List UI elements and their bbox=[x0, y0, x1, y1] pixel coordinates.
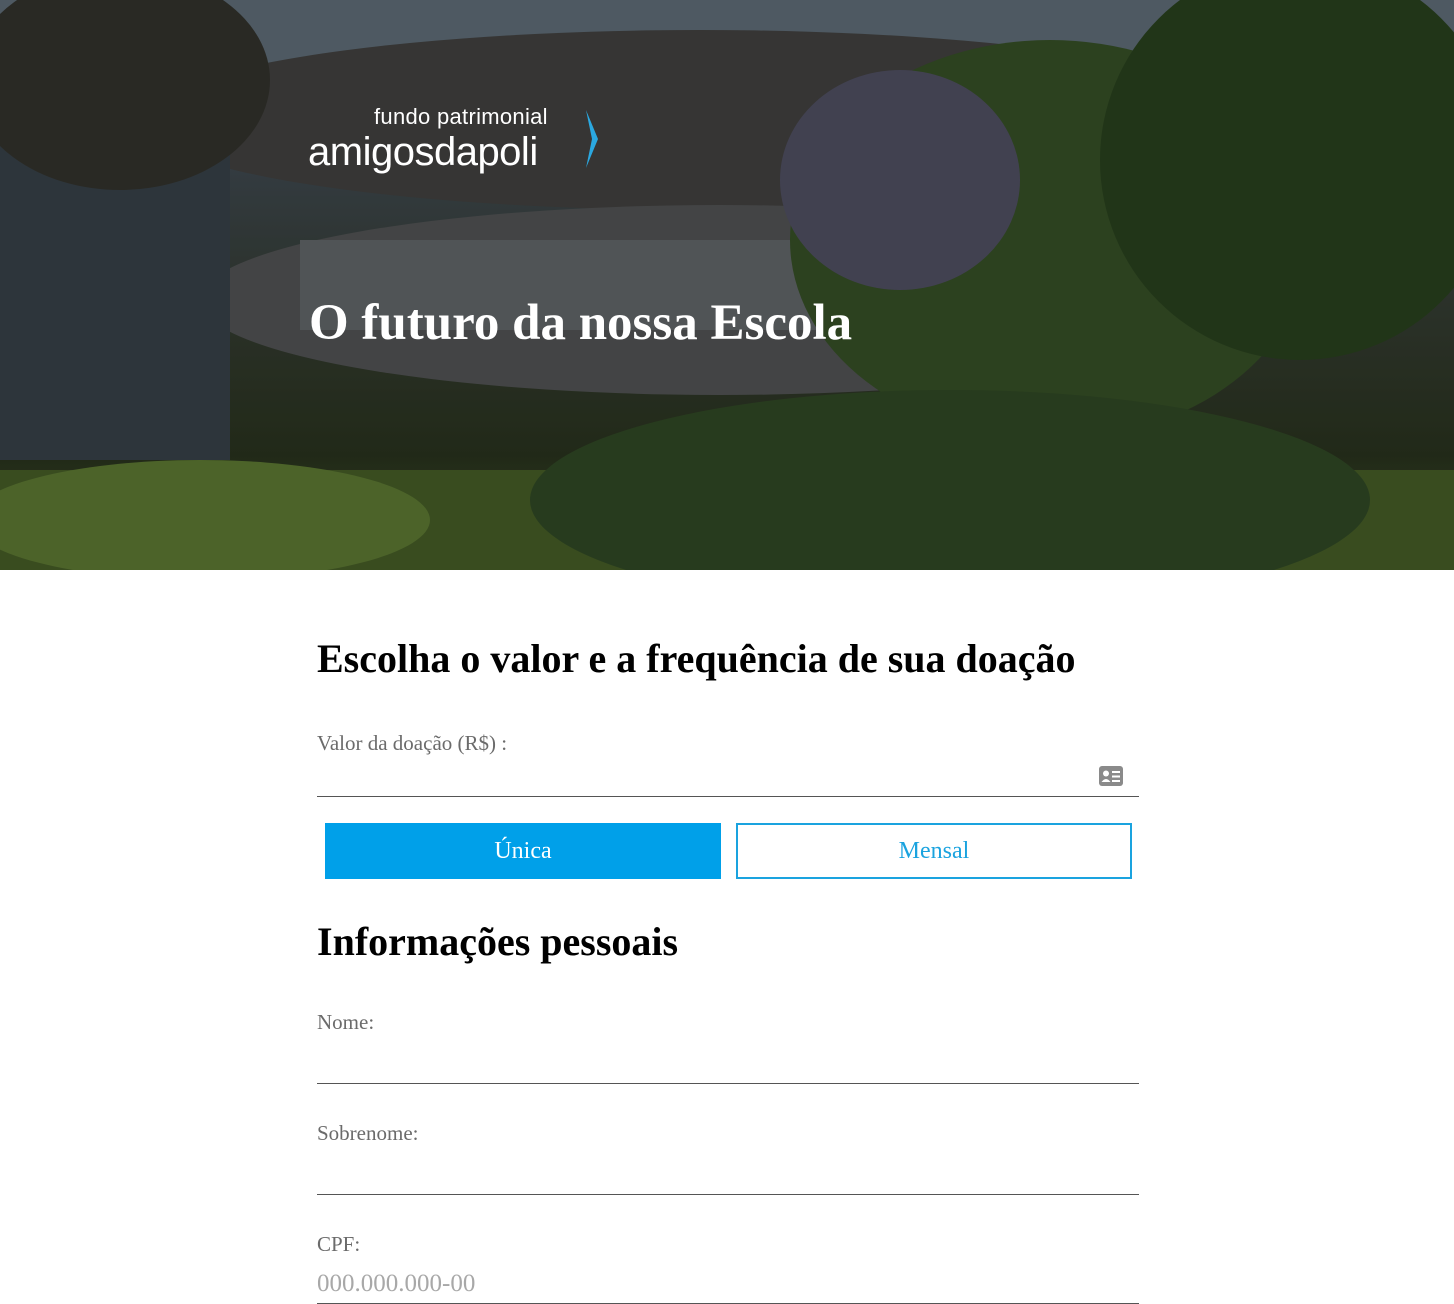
name-field bbox=[317, 1047, 1139, 1084]
amount-input[interactable] bbox=[317, 760, 1077, 794]
amigos-da-poli-logo[interactable]: fundo patrimonial amigosdapoli bbox=[308, 104, 598, 174]
logo-mark-icon bbox=[586, 110, 598, 168]
name-label: Nome: bbox=[317, 1010, 375, 1034]
hero-banner: fundo patrimonial amigosdapoli O futuro … bbox=[0, 0, 1454, 570]
logo-wordmark: amigosdapoli bbox=[308, 130, 538, 174]
logo-subtitle: fundo patrimonial bbox=[374, 104, 548, 129]
donation-form: Escolha o valor e a frequência de sua do… bbox=[317, 630, 1139, 1304]
cpf-field bbox=[317, 1267, 1139, 1304]
cpf-input[interactable] bbox=[317, 1267, 1077, 1301]
hero-overlay bbox=[0, 0, 1454, 570]
amount-field bbox=[317, 760, 1139, 797]
surname-label: Sobrenome: bbox=[317, 1121, 419, 1145]
surname-input[interactable] bbox=[317, 1158, 1077, 1192]
surname-field bbox=[317, 1158, 1139, 1195]
amount-label: Valor da doação (R$) : bbox=[317, 731, 508, 755]
donation-heading: Escolha o valor e a frequência de sua do… bbox=[317, 636, 1076, 681]
frequency-options: Única Mensal bbox=[325, 823, 1132, 879]
personal-info-heading: Informações pessoais bbox=[317, 919, 679, 964]
card-icon bbox=[1099, 766, 1123, 786]
cpf-label: CPF: bbox=[317, 1232, 361, 1256]
frequency-mensal-button[interactable]: Mensal bbox=[736, 823, 1132, 879]
hero-title: O futuro da nossa Escola bbox=[309, 295, 853, 351]
frequency-unica-button[interactable]: Única bbox=[325, 823, 721, 879]
name-input[interactable] bbox=[317, 1047, 1077, 1081]
